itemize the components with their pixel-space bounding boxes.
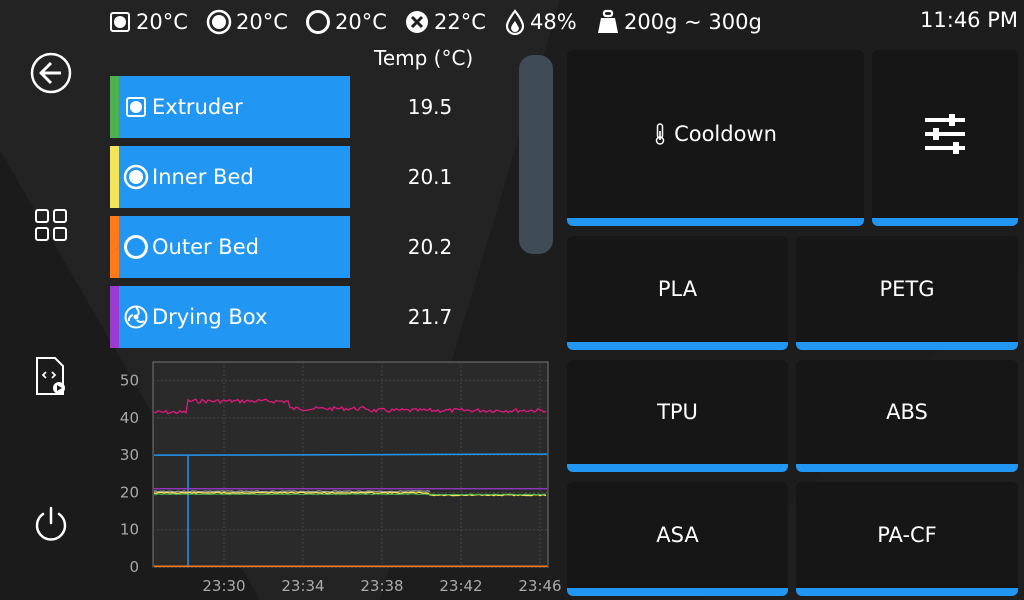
filament-weight-status: 200g ~ 300g xyxy=(596,8,762,36)
sensor-drying-box-button[interactable]: Drying Box xyxy=(110,286,350,348)
preset-asa-button[interactable]: ASA xyxy=(567,482,788,596)
preset-label: PLA xyxy=(657,277,698,301)
preset-pa-cf-button[interactable]: PA-CF xyxy=(796,482,1018,596)
temperature-graph: 50 40 30 20 10 0 23:30 23:34 23:38 23:42 23:46 xyxy=(120,361,562,595)
outer-bed-icon xyxy=(306,10,330,34)
sensor-list-scrollbar[interactable] xyxy=(519,55,553,254)
sensor-value-extruder: 19.5 xyxy=(407,95,453,119)
sensor-label: Outer Bed xyxy=(152,235,259,259)
extruder-icon xyxy=(110,12,130,32)
graph-plot-area xyxy=(152,361,549,568)
sensor-extruder-button[interactable]: Extruder xyxy=(110,76,350,138)
sensor-value-drying-box: 21.7 xyxy=(407,305,453,329)
preset-label: ASA xyxy=(656,523,699,547)
inner-bed-icon xyxy=(123,164,149,190)
nav-sidebar xyxy=(0,44,100,600)
cooldown-button[interactable]: Cooldown xyxy=(567,50,864,226)
sensor-color-bar xyxy=(110,216,119,278)
humidity-status: 48% xyxy=(504,8,577,36)
sensor-label: Inner Bed xyxy=(152,165,254,189)
preset-tpu-button[interactable]: TPU xyxy=(567,360,788,472)
cooldown-label: Cooldown xyxy=(674,122,777,146)
x-tick-label: 23:38 xyxy=(360,577,403,595)
thermometer-icon xyxy=(655,123,665,145)
outer-bed-status: 20°C xyxy=(305,8,387,36)
back-button[interactable] xyxy=(22,44,80,102)
sliders-icon xyxy=(925,114,965,154)
inner-bed-icon xyxy=(206,9,232,35)
temperature-settings-button[interactable] xyxy=(872,50,1018,226)
x-tick-label: 23:30 xyxy=(202,577,245,595)
status-bar: 20°C 20°C 20°C 22°C 48% 200g ~ 300g 11:4… xyxy=(0,0,1024,44)
clock: 11:46 PM xyxy=(920,8,1018,32)
y-tick-label: 10 xyxy=(120,521,139,539)
power-icon xyxy=(35,506,67,541)
temp-column-header: Temp (°C) xyxy=(374,46,474,70)
drying-box-icon xyxy=(124,305,148,329)
preset-label: PETG xyxy=(879,277,935,301)
sensor-inner-bed-button[interactable]: Inner Bed xyxy=(110,146,350,208)
x-tick-label: 23:46 xyxy=(518,577,561,595)
preset-label: ABS xyxy=(886,400,928,424)
extruder-status: 20°C xyxy=(108,8,188,36)
back-arrow-icon xyxy=(30,52,72,94)
sensor-label: Drying Box xyxy=(152,305,268,329)
y-tick-label: 0 xyxy=(129,558,139,576)
graph-x-axis: 23:30 23:34 23:38 23:42 23:46 xyxy=(202,577,561,595)
preset-label: PA-CF xyxy=(877,523,937,547)
y-tick-label: 40 xyxy=(120,409,139,427)
sensor-color-bar xyxy=(110,146,119,208)
sensor-label: Extruder xyxy=(152,95,243,119)
sensor-outer-bed-button[interactable]: Outer Bed xyxy=(110,216,350,278)
menu-button[interactable] xyxy=(22,196,80,254)
series-line-green xyxy=(153,493,547,496)
sensor-value-outer-bed: 20.2 xyxy=(407,235,453,259)
sensor-color-bar xyxy=(110,286,119,348)
x-tick-label: 23:42 xyxy=(439,577,482,595)
gcode-file-icon xyxy=(36,357,65,395)
preset-abs-button[interactable]: ABS xyxy=(796,360,1018,472)
graph-y-axis: 50 40 30 20 10 0 xyxy=(120,372,139,576)
preset-pla-button[interactable]: PLA xyxy=(567,236,788,350)
y-tick-label: 30 xyxy=(120,446,139,464)
x-tick-label: 23:34 xyxy=(281,577,324,595)
extruder-icon xyxy=(126,97,146,117)
inner-bed-status: 20°C xyxy=(206,8,288,36)
power-button[interactable] xyxy=(22,496,80,554)
outer-bed-icon xyxy=(124,235,148,259)
humidity-drop-icon xyxy=(505,9,525,35)
drying-box-icon xyxy=(406,11,428,33)
grid-icon xyxy=(35,209,67,241)
print-files-button[interactable] xyxy=(22,347,80,405)
weight-icon xyxy=(598,9,618,33)
drying-box-status: 22°C xyxy=(404,8,486,36)
preset-label: TPU xyxy=(657,400,698,424)
y-tick-label: 20 xyxy=(120,483,139,501)
y-tick-label: 50 xyxy=(120,372,139,390)
sensor-value-inner-bed: 20.1 xyxy=(407,165,453,189)
sensor-color-bar xyxy=(110,76,119,138)
preset-petg-button[interactable]: PETG xyxy=(796,236,1018,350)
